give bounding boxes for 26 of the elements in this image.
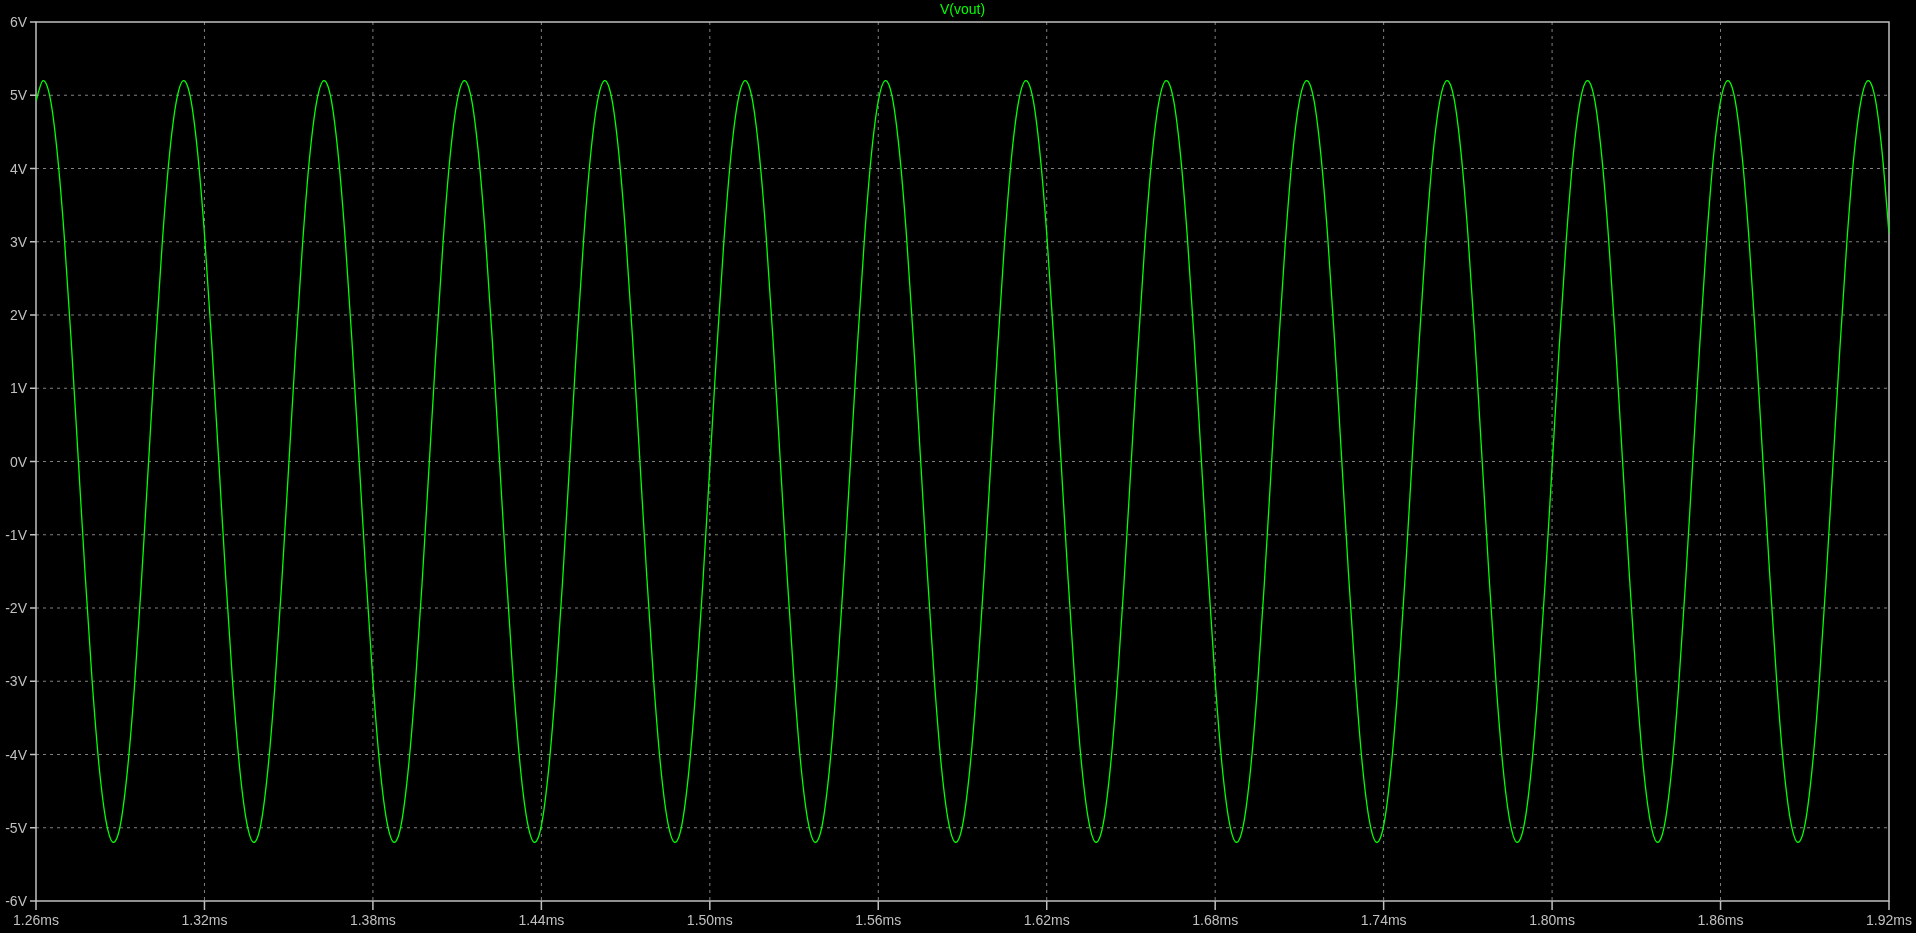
y-tick-label: 5V [9, 87, 27, 104]
x-tick-label: 1.74ms [1360, 912, 1407, 928]
trace-label: V(vout) [939, 1, 986, 17]
y-tick-label: 4V [9, 160, 27, 177]
y-tick-label: -5V [5, 819, 27, 836]
y-tick-label: 3V [9, 233, 27, 250]
y-tick-label: -2V [5, 600, 27, 616]
x-tick-label: 1.80ms [1529, 912, 1576, 928]
x-tick-label: 1.32ms [181, 912, 228, 928]
x-tick-label: 1.92ms [1866, 912, 1912, 928]
x-tick-label: 1.68ms [1192, 912, 1239, 928]
y-tick-label: 2V [9, 307, 27, 323]
x-tick-label: 1.86ms [1697, 912, 1744, 928]
x-tick-label: 1.44ms [518, 912, 565, 928]
y-tick-label: 0V [9, 453, 27, 470]
y-tick-label: 6V [9, 14, 27, 30]
y-tick-label: -6V [5, 893, 27, 909]
y-tick-label: -1V [5, 526, 27, 543]
x-tick-label: 1.62ms [1023, 912, 1070, 928]
x-tick-label: 1.50ms [686, 912, 733, 928]
y-tick-label: 1V [9, 380, 27, 397]
x-tick-label: 1.56ms [855, 912, 902, 928]
x-tick-label: 1.26ms [13, 912, 59, 928]
y-tick-label: -3V [5, 673, 27, 690]
y-tick-label: -4V [5, 746, 27, 763]
x-tick-label: 1.38ms [349, 912, 396, 928]
